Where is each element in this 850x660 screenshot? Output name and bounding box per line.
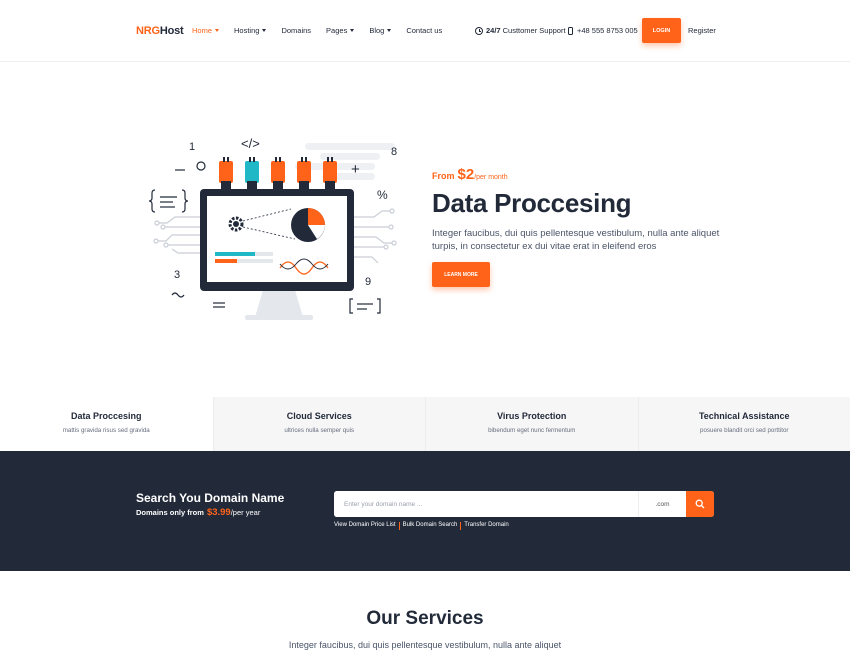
domain-search-form: .com	[334, 491, 714, 517]
link-bulk-search[interactable]: Bulk Domain Search	[403, 522, 458, 530]
feature-title: Cloud Services	[286, 411, 352, 421]
phone-number: +48 555 8753 005	[577, 26, 638, 35]
link-divider	[460, 522, 462, 530]
price-value: $2	[457, 166, 475, 183]
domain-title: Search You Domain Name	[136, 491, 285, 505]
nav-item-pages[interactable]: Pages	[326, 26, 355, 35]
logo[interactable]: NRGHost	[136, 25, 184, 37]
login-button[interactable]: LOGIN	[642, 18, 681, 43]
feature-tab-cloud-services[interactable]: Cloud Services ultrices nulla semper qui…	[212, 397, 426, 451]
feature-tabs: Data Proccesing mattis gravida risus sed…	[0, 397, 850, 451]
clock-icon	[475, 26, 483, 35]
services-description: Integer faucibus, dui quis pellentesque …	[288, 640, 562, 650]
nav-label-pages: Pages	[326, 26, 348, 35]
symbol-plus: +	[351, 161, 360, 178]
hero-price: From $2 /per month	[432, 166, 508, 183]
logo-part-nrg: NRG	[136, 25, 160, 37]
link-price-list[interactable]: View Domain Price List	[334, 522, 396, 530]
nav-item-home[interactable]: Home	[192, 26, 220, 35]
domain-price-period: /per year	[230, 508, 261, 517]
feature-title: Technical Assistance	[698, 411, 790, 421]
feature-tab-data-processing[interactable]: Data Proccesing mattis gravida risus sed…	[0, 397, 213, 451]
services-title: Our Services	[366, 608, 484, 629]
register-link[interactable]: Register	[688, 26, 716, 35]
nav-label-blog: Blog	[369, 26, 385, 35]
symbol-code: </>	[241, 136, 260, 151]
chevron-down-icon	[350, 29, 355, 32]
domain-subtitle-prefix: Domains only from	[136, 508, 204, 517]
support-info: 24/7 Custtomer Support	[475, 26, 566, 35]
hero-title: Data Proccesing	[432, 188, 632, 218]
feature-subtitle: posuere blandit orci sed porttitor	[700, 427, 789, 434]
brace-decoration-left	[148, 189, 189, 213]
learn-more-button[interactable]: LEARN MORE	[432, 262, 490, 287]
logo-part-host: Host	[159, 25, 184, 37]
circuit-lines-right	[354, 208, 397, 264]
price-period: /per month	[474, 174, 508, 181]
site-header: NRGHost Home Hosting Domains Pages Blog …	[0, 0, 850, 62]
symbol-percent: %	[377, 188, 388, 202]
nav-item-domains[interactable]: Domains	[281, 26, 311, 35]
usb-connectors	[219, 157, 337, 189]
feature-subtitle: mattis gravida risus sed gravida	[62, 427, 150, 434]
support-text: Custtomer Support	[502, 26, 566, 35]
tld-select[interactable]: .com	[638, 491, 686, 517]
nav-label-contact: Contact us	[406, 26, 443, 35]
search-icon	[695, 499, 705, 509]
feature-title: Virus Protection	[497, 411, 567, 421]
circuit-lines-left	[153, 216, 200, 254]
phone-info[interactable]: +48 555 8753 005	[568, 26, 638, 35]
symbol-one: 1	[189, 141, 195, 153]
from-label: From	[432, 171, 455, 181]
symbol-nine: 9	[365, 276, 371, 288]
feature-tab-virus-protection[interactable]: Virus Protection bibendum eget nunc ferm…	[425, 397, 638, 451]
nav-item-contact[interactable]: Contact us	[406, 26, 442, 35]
nav-label-home: Home	[192, 26, 213, 35]
feature-subtitle: ultrices nulla semper quis	[284, 427, 355, 434]
hero-description: Integer faucibus, dui quis pellentesque …	[432, 228, 720, 252]
domain-subtitle: Domains only from $3.99 /per year	[136, 507, 260, 518]
domain-search-button[interactable]	[686, 491, 714, 517]
nav-item-blog[interactable]: Blog	[369, 26, 392, 35]
chevron-down-icon	[215, 29, 220, 32]
domain-search-section: Search You Domain Name Domains only from…	[0, 451, 850, 571]
chevron-down-icon	[262, 29, 267, 32]
main-nav: Home Hosting Domains Pages Blog Contact …	[192, 26, 457, 35]
feature-title: Data Proccesing	[70, 411, 142, 421]
link-divider	[398, 522, 400, 530]
domain-price: $3.99	[206, 507, 231, 518]
feature-subtitle: bibendum eget nunc fermentum	[488, 427, 576, 434]
symbol-eight: 8	[391, 146, 397, 158]
chevron-down-icon	[387, 29, 392, 32]
link-transfer-domain[interactable]: Transfer Domain	[464, 522, 508, 530]
feature-tab-technical-assistance[interactable]: Technical Assistance posuere blandit orc…	[637, 397, 850, 451]
nav-label-hosting: Hosting	[234, 26, 260, 35]
bracket-decoration-right	[349, 298, 381, 314]
phone-icon	[568, 26, 573, 35]
symbol-three: 3	[174, 269, 180, 281]
monitor	[200, 189, 354, 320]
support-hours: 24/7	[486, 26, 501, 35]
domain-links: View Domain Price List Bulk Domain Searc…	[334, 522, 509, 530]
nav-label-domains: Domains	[281, 26, 312, 35]
hero-illustration: 1 </> 8 % 3 9 +	[148, 136, 397, 320]
nav-item-hosting[interactable]: Hosting	[234, 26, 267, 35]
domain-search-input[interactable]	[334, 491, 638, 517]
